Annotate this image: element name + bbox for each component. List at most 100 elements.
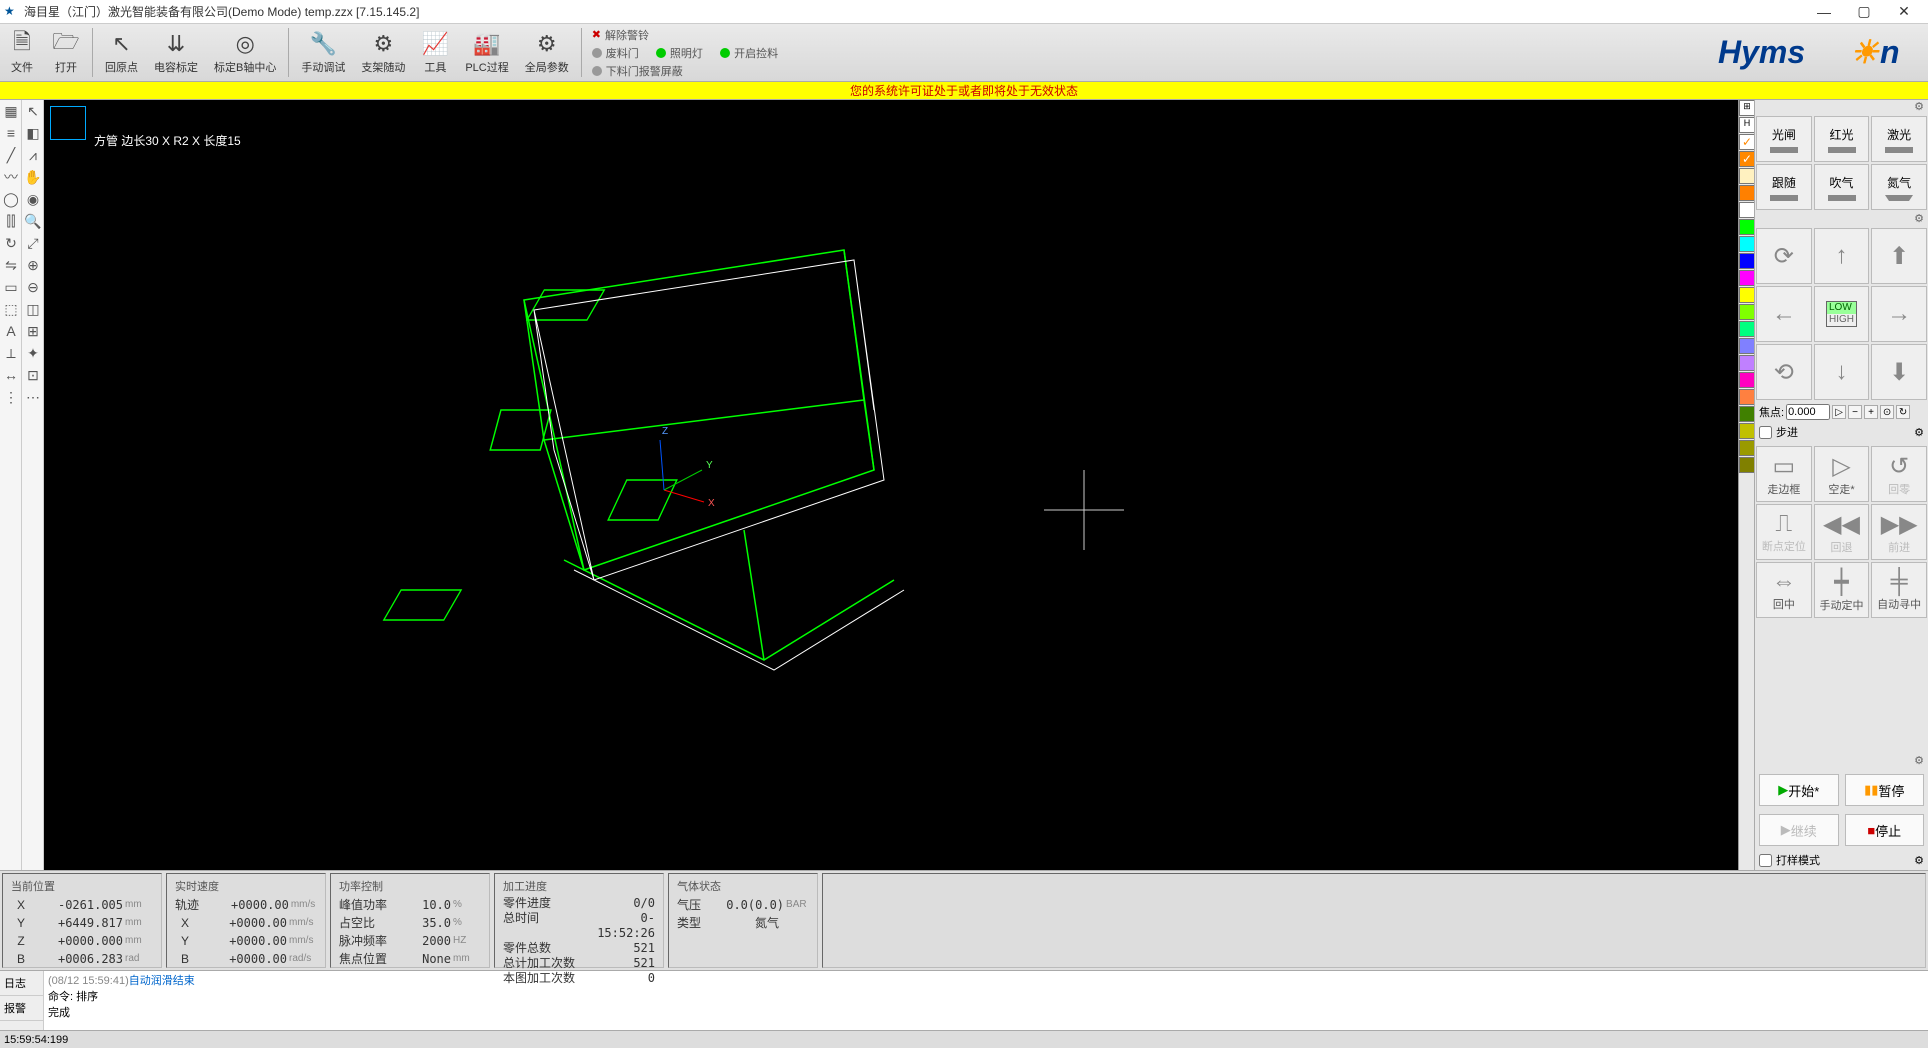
rect-tool-icon[interactable]: ▭ [0,276,22,298]
cap-cal-button[interactable]: ⇊电容标定 [146,24,206,81]
select-rect-tool-icon[interactable]: ◧ [22,122,44,144]
clear-alarm-option[interactable]: ✖解除警铃 [592,27,778,43]
start-button[interactable]: ▶ 开始* [1759,774,1839,806]
gear-icon[interactable]: ⚙ [1914,754,1924,770]
red-light-button[interactable]: 红光 [1814,116,1870,162]
size-icon[interactable]: ⊞ [1739,100,1755,116]
color-swatch[interactable] [1739,321,1755,337]
rotate-tool-icon[interactable]: ↻ [0,232,22,254]
zoomin-tool-icon[interactable]: ⊕ [22,254,44,276]
color-swatch[interactable] [1739,406,1755,422]
dashrect-tool-icon[interactable]: ⬚ [0,298,22,320]
3d-tool-icon[interactable]: ◫ [22,298,44,320]
right-button[interactable]: → [1871,286,1927,342]
measure-tool-icon[interactable]: ⟂ [0,342,22,364]
return-center-button[interactable]: ⇔回中 [1756,562,1812,618]
3d-viewport[interactable]: 方管 边长30 X R2 X 长度15 X [44,100,1738,870]
left-button[interactable]: ← [1756,286,1812,342]
text-tool-icon[interactable]: A [0,320,22,342]
color-swatch[interactable] [1739,236,1755,252]
color-swatch[interactable] [1739,372,1755,388]
grid2-tool-icon[interactable]: ⊡ [22,364,44,386]
head-up-button[interactable]: ⬆ [1871,228,1927,284]
dim-tool-icon[interactable]: ↔ [0,364,22,386]
circle-tool-icon[interactable]: ◯ [0,188,22,210]
grid-tool-icon[interactable]: ▦ [0,100,22,122]
layer-check-icon[interactable]: ✓ [1739,134,1755,150]
step-forward-button[interactable]: ▶▶前进 [1871,504,1927,560]
pan-tool-icon[interactable]: ✋ [22,166,44,188]
b-axis-button[interactable]: ◎标定B轴中心 [206,24,284,81]
continue-button[interactable]: ▶ 继续 [1759,814,1839,846]
color-swatch[interactable] [1739,168,1755,184]
flip-tool-icon[interactable]: ⇋ [0,254,22,276]
color-swatch[interactable] [1739,355,1755,371]
gear-icon[interactable]: ⚙ [1914,854,1924,867]
color-swatch[interactable] [1739,423,1755,439]
maximize-button[interactable]: ▢ [1844,0,1884,24]
plc-button[interactable]: 🏭PLC过程 [457,24,516,81]
color-swatch[interactable] [1739,270,1755,286]
color-swatch[interactable] [1739,287,1755,303]
open-button[interactable]: 🗁打开 [44,24,88,81]
blow-button[interactable]: 吹气 [1814,164,1870,210]
shield-option[interactable]: 下料门报警屏蔽 [592,63,778,79]
color-swatch[interactable] [1739,304,1755,320]
up-button[interactable]: ↑ [1814,228,1870,284]
snap-tool-icon[interactable]: ✦ [22,342,44,364]
global-params-button[interactable]: ⚙全局参数 [517,24,577,81]
color-swatch[interactable] [1739,440,1755,456]
shutter-button[interactable]: 光闸 [1756,116,1812,162]
focus-input[interactable] [1786,404,1830,420]
speed-toggle-button[interactable]: LOWHIGH [1814,286,1870,342]
support-follow-button[interactable]: ⚙支架随动 [353,24,413,81]
minimize-button[interactable]: — [1804,0,1844,24]
follow-button[interactable]: 跟随 [1756,164,1812,210]
gear-icon[interactable]: ⚙ [1914,426,1924,439]
focus-plus-button[interactable]: + [1864,405,1878,419]
ortho-tool-icon[interactable]: ⊞ [22,320,44,342]
color-swatch[interactable] [1739,253,1755,269]
focus-minus-button[interactable]: − [1848,405,1862,419]
pointer-tool-icon[interactable]: ↖ [22,100,44,122]
zoom-tool-icon[interactable]: 🔍 [22,210,44,232]
log-tab[interactable]: 日志 [0,971,43,996]
pause-button[interactable]: ▮▮ 暂停 [1845,774,1925,806]
rotate-ccw-button[interactable]: ⟲ [1756,344,1812,400]
file-button[interactable]: 🗎文件 [0,24,44,81]
origin-button[interactable]: ↖回原点 [97,24,146,81]
color-swatch[interactable] [1739,457,1755,473]
color-swatch[interactable] [1739,185,1755,201]
gear-icon[interactable]: ⚙ [1914,212,1924,228]
sample-mode-checkbox[interactable] [1759,854,1772,867]
layer-check2-icon[interactable]: ✓ [1739,151,1755,167]
view-tool-icon[interactable]: ◉ [22,188,44,210]
frame-button[interactable]: ▭走边框 [1756,446,1812,502]
manual-debug-button[interactable]: 🔧手动调试 [293,24,353,81]
zoomout-tool-icon[interactable]: ⊖ [22,276,44,298]
auto-center-button[interactable]: ╪自动寻中 [1871,562,1927,618]
focus-reset-button[interactable]: ⊙ [1880,405,1894,419]
manual-center-button[interactable]: ┿手动定中 [1814,562,1870,618]
return-zero-button[interactable]: ↺回零 [1871,446,1927,502]
gear-icon[interactable]: ⚙ [1914,100,1924,116]
down-button[interactable]: ↓ [1814,344,1870,400]
nitrogen-button[interactable]: 氮气 [1871,164,1927,210]
focus-refresh-button[interactable]: ↻ [1896,405,1910,419]
step-back-button[interactable]: ◀◀回退 [1814,504,1870,560]
rotate-cw-button[interactable]: ⟳ [1756,228,1812,284]
breakpoint-button[interactable]: ⎍断点定位 [1756,504,1812,560]
alarm-tab[interactable]: 报警 [0,996,43,1021]
head-down-button[interactable]: ⬇ [1871,344,1927,400]
rect-pair-tool-icon[interactable]: ⫿⫿ [0,210,22,232]
focus-go-button[interactable]: ▷ [1832,405,1846,419]
step-checkbox[interactable] [1759,426,1772,439]
tools-button[interactable]: 📈工具 [413,24,457,81]
dry-run-button[interactable]: ▷空走* [1814,446,1870,502]
more-tool-icon[interactable]: ⋯ [22,386,44,408]
align-tool-icon[interactable]: ≡ [0,122,22,144]
line-tool-icon[interactable]: ╱ [0,144,22,166]
misc-tool-icon[interactable]: ⋮ [0,386,22,408]
curve-tool-icon[interactable]: 〰 [0,166,22,188]
stop-button[interactable]: ■ 停止 [1845,814,1925,846]
